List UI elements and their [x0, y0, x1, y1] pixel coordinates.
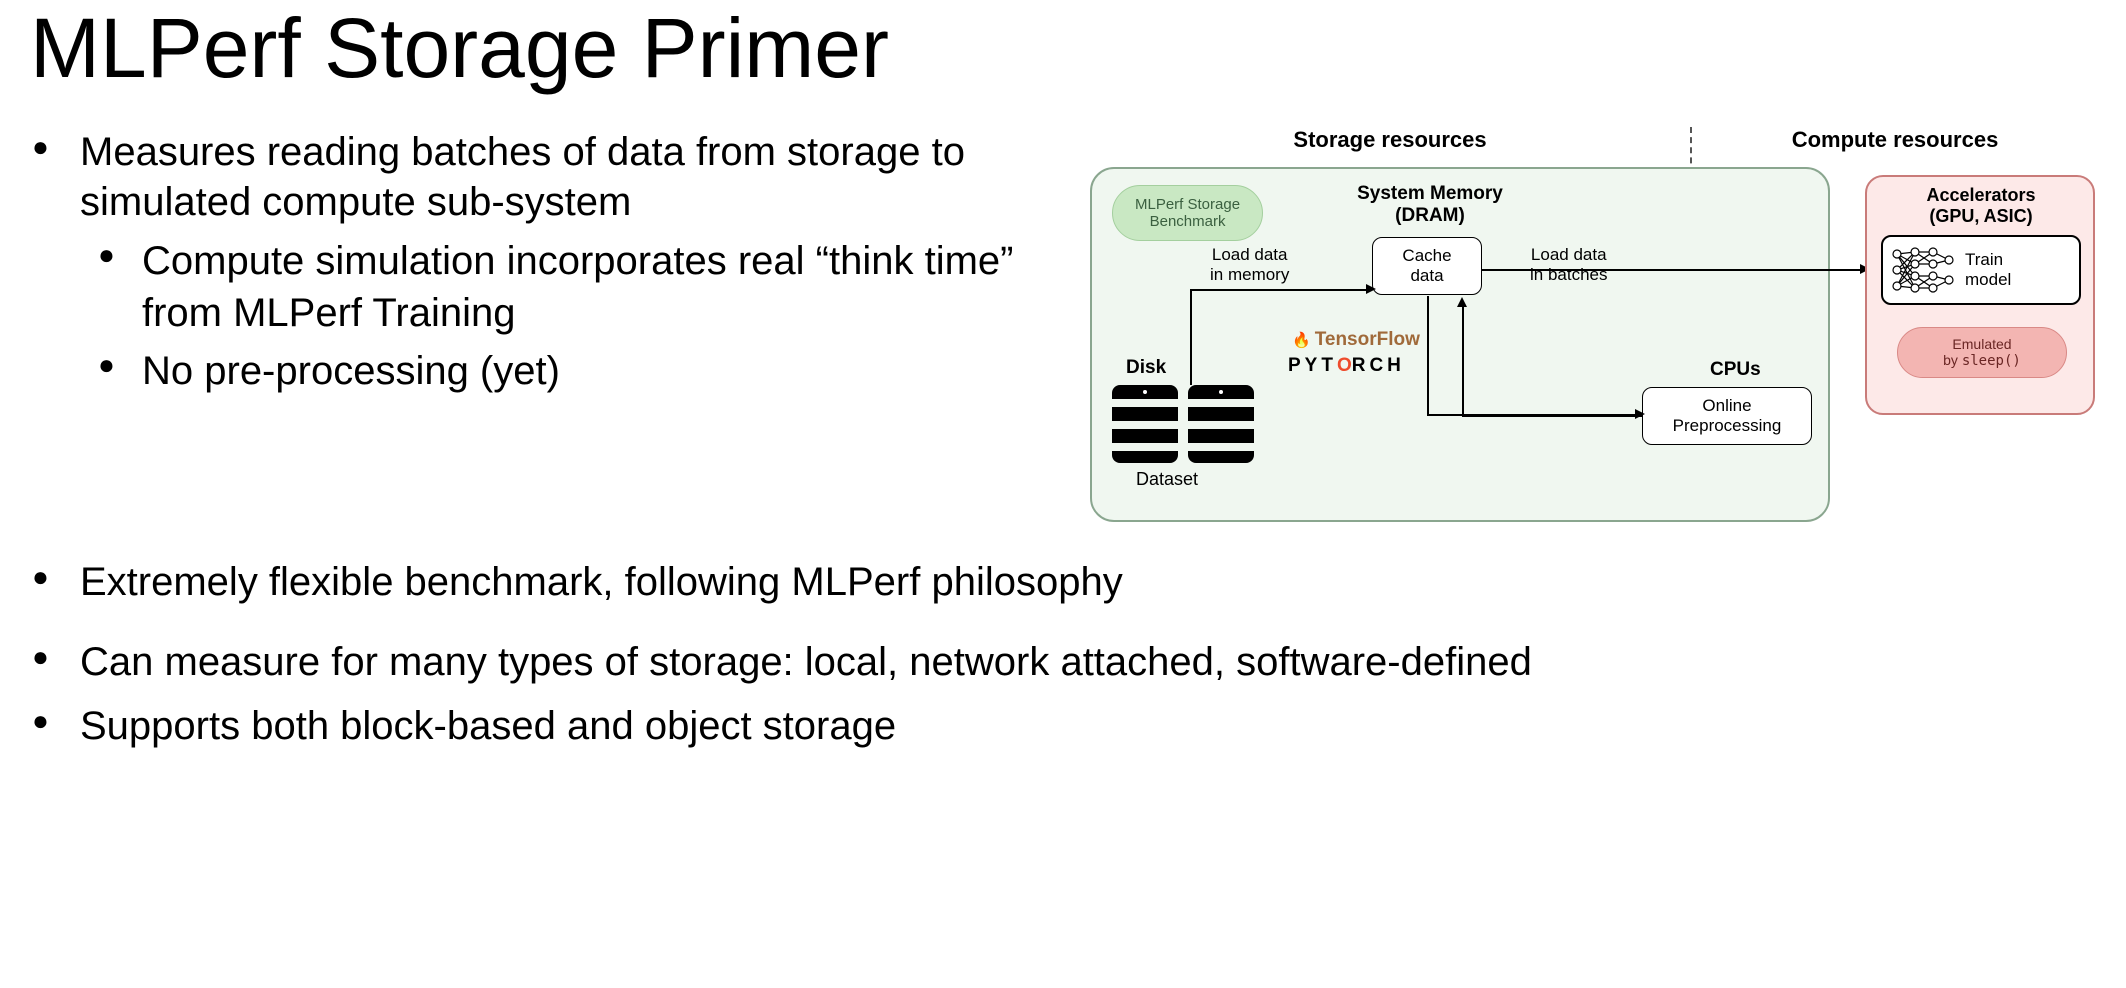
- compute-header: Compute resources: [1690, 127, 2100, 153]
- bullet-1: Measures reading batches of data from st…: [80, 127, 1050, 397]
- tensorflow-label: TensorFlow: [1292, 329, 1420, 351]
- cpus-label: CPUs: [1710, 359, 1761, 381]
- dataset-label: Dataset: [1136, 469, 1198, 490]
- pytorch-label: PYTORCH: [1288, 355, 1405, 377]
- arrowhead-up-icon: [1457, 297, 1467, 307]
- system-memory-label: System Memory (DRAM): [1340, 183, 1520, 227]
- online-preprocessing-box: OnlinePreprocessing: [1642, 387, 1812, 445]
- mlperf-benchmark-pill: MLPerf Storage Benchmark: [1112, 185, 1263, 241]
- bullet-2: Extremely flexible benchmark, following …: [80, 557, 2096, 607]
- neural-network-icon: [1889, 244, 1955, 296]
- train-model-box: Trainmodel: [1881, 235, 2081, 305]
- arrow-segment: [1427, 296, 1429, 414]
- train-model-label: Trainmodel: [1965, 250, 2011, 290]
- bullet-3: Can measure for many types of storage: l…: [80, 637, 2096, 687]
- arrowhead-right-icon: [1366, 284, 1376, 294]
- load-in-batches-label: Load datain batches: [1530, 245, 1608, 285]
- bullet-list-top: Measures reading batches of data from st…: [30, 127, 1050, 397]
- bullet-4: Supports both block-based and object sto…: [80, 701, 2096, 751]
- arrowhead-right-icon: [1635, 409, 1645, 419]
- arrow-segment: [1190, 289, 1366, 291]
- storage-section-box: MLPerf Storage Benchmark System Memory (…: [1090, 167, 1830, 522]
- arrow-segment: [1482, 269, 1860, 271]
- bullet-1b: No pre-processing (yet): [142, 345, 1050, 397]
- bullet-1a: Compute simulation incorporates real “th…: [142, 235, 1050, 339]
- bullet-list-bottom-2: Can measure for many types of storage: l…: [30, 637, 2096, 751]
- arrow-segment: [1190, 289, 1192, 385]
- cache-data-box: Cachedata: [1372, 237, 1482, 295]
- disk-icon: [1112, 385, 1254, 463]
- disk-label: Disk: [1126, 357, 1166, 379]
- arrow-segment: [1462, 303, 1464, 415]
- load-in-memory-label: Load datain memory: [1210, 245, 1289, 285]
- arrow-segment: [1462, 415, 1642, 417]
- architecture-diagram: Storage resources Compute resources MLPe…: [1090, 127, 2100, 527]
- slide-title: MLPerf Storage Primer: [30, 0, 2096, 97]
- emulated-sleep-pill: Emulated by sleep(): [1897, 327, 2067, 378]
- compute-section-box: Accelerators(GPU, ASIC): [1865, 175, 2095, 415]
- accelerators-label: Accelerators(GPU, ASIC): [1881, 185, 2081, 227]
- storage-header: Storage resources: [1090, 127, 1690, 153]
- bullet-list-bottom: Extremely flexible benchmark, following …: [30, 557, 2096, 607]
